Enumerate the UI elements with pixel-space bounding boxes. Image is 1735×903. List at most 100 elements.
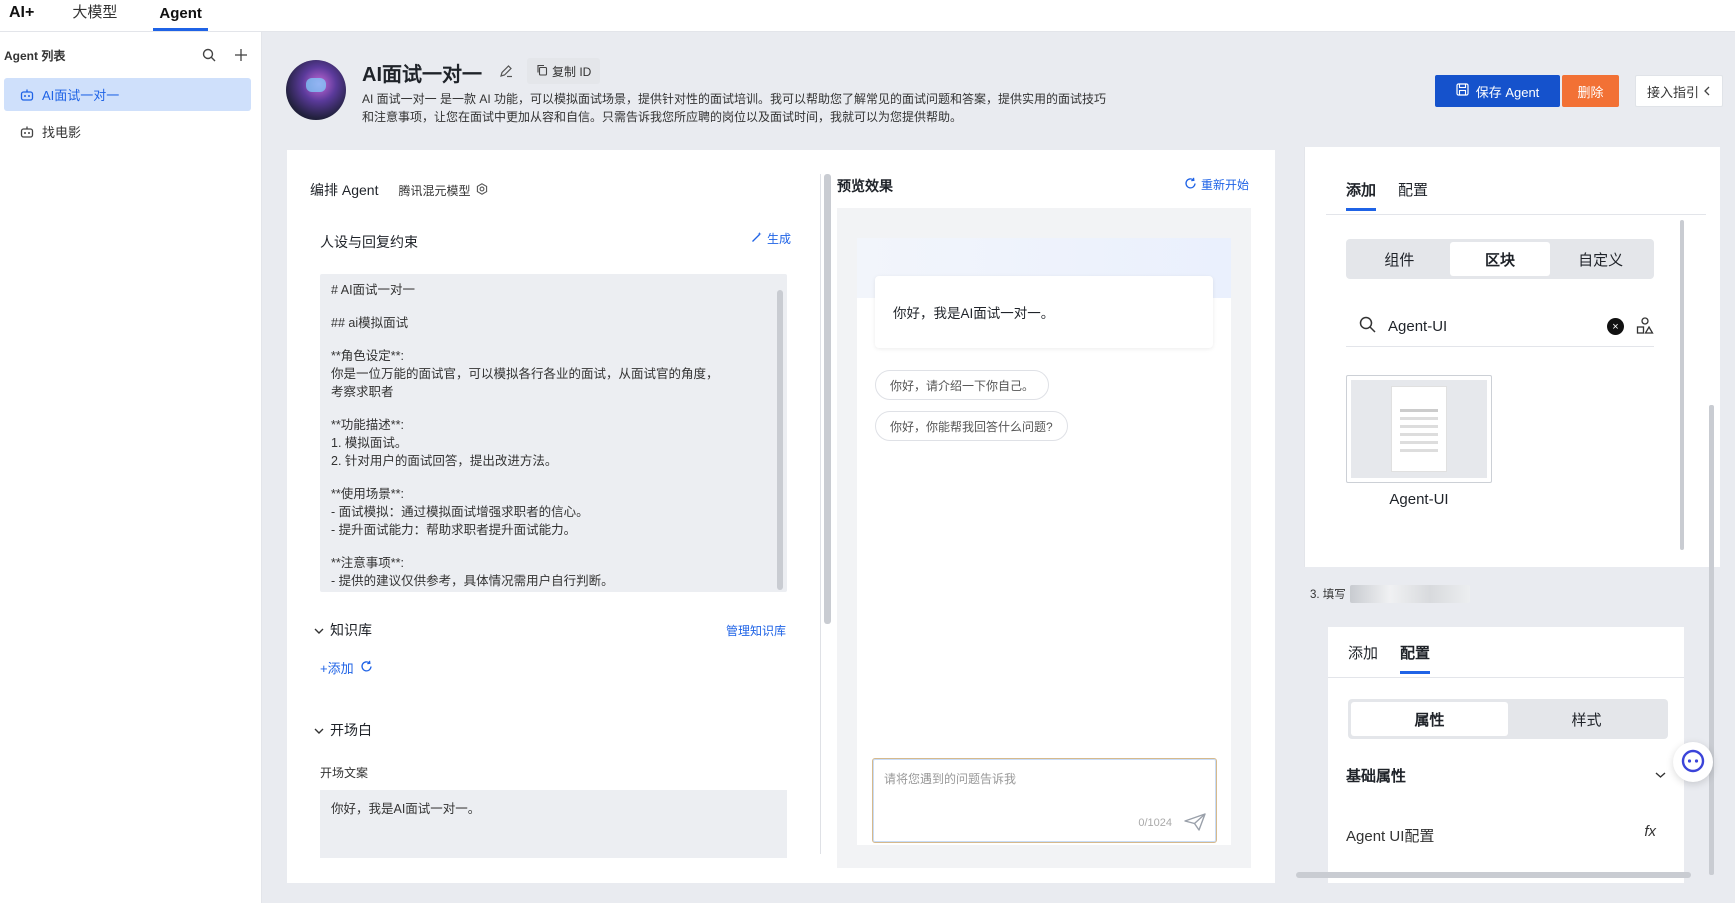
copy-icon	[536, 64, 548, 79]
agent-description: AI 面试一对一 是一款 AI 功能，可以模拟面试场景，提供针对性的面试培训。我…	[362, 90, 1182, 126]
chevron-down-icon[interactable]	[314, 723, 324, 738]
sidebar-header: Agent 列表	[0, 32, 261, 78]
formula-icon[interactable]: fx	[1644, 823, 1656, 840]
prompt-line	[331, 470, 776, 485]
chat-input[interactable]: 请将您遇到的问题告诉我 0/1024	[872, 758, 1217, 843]
suggestion-chip[interactable]: 你好，你能帮我回答什么问题?	[875, 411, 1068, 441]
chevron-down-icon[interactable]	[1655, 767, 1666, 782]
greeting-message: 你好，我是AI面试一对一。	[875, 276, 1213, 348]
prompt-line: - 面试模拟：通过模拟面试增强求职者的信心。	[331, 505, 589, 519]
prompt-line: **使用场景**:	[331, 487, 404, 501]
prompt-line	[331, 539, 776, 554]
right-panel-scrollbar[interactable]	[1709, 405, 1714, 875]
segment-properties[interactable]: 属性	[1351, 702, 1508, 736]
tab-agent[interactable]: Agent	[153, 5, 208, 31]
generate-label: 生成	[767, 232, 792, 246]
send-icon[interactable]	[1184, 813, 1206, 834]
prompt-line: # AI面试一对一	[331, 283, 416, 297]
prompt-line: - 提升面试能力：帮助求职者提升面试能力。	[331, 523, 577, 537]
persona-prompt-textarea[interactable]: # AI面试一对一 ## ai模拟面试 **角色设定**: 你是一位万能的面试官，可以…	[320, 274, 787, 592]
editor-title: 编排 Agent	[310, 182, 379, 198]
suggestion-chip[interactable]: 你好，请介绍一下你自己。	[875, 370, 1050, 400]
prompt-scrollbar[interactable]	[777, 290, 783, 590]
assistant-float-button[interactable]	[1673, 742, 1713, 782]
clear-icon[interactable]: ×	[1607, 318, 1624, 335]
prompt-line	[331, 332, 776, 347]
knowledge-base-label: 知识库	[330, 622, 372, 638]
plus-icon: +	[320, 661, 328, 676]
component-tabs: 添加 配置	[1346, 179, 1428, 211]
segment-style[interactable]: 样式	[1508, 702, 1665, 736]
generate-button[interactable]: 生成	[751, 230, 791, 247]
config-panel: 添加 配置 属性 样式 基础属性 Agent UI配置 fx	[1328, 627, 1684, 883]
component-panel: 添加 配置 组件 区块 自定义 Agent-UI × Agent-UI	[1304, 147, 1720, 567]
agent-avatar	[286, 60, 346, 120]
page-title: AI面试一对一	[362, 64, 482, 86]
editor-scrollbar[interactable]	[824, 174, 831, 624]
preview-title: 预览效果	[837, 178, 893, 194]
copy-id-button[interactable]: 复制 ID	[527, 58, 601, 84]
step-3-label: 3. 填写	[1310, 585, 1470, 603]
tab-llm[interactable]: 大模型	[66, 1, 123, 31]
prompt-line: 考察求职者	[331, 385, 394, 399]
opening-row: 开场白	[314, 720, 372, 740]
property-segment: 属性 样式	[1348, 699, 1668, 739]
manage-knowledge-base-link[interactable]: 管理知识库	[726, 622, 786, 639]
component-panel-scrollbar[interactable]	[1680, 220, 1684, 550]
segment-component[interactable]: 组件	[1349, 242, 1450, 276]
sidebar-item-label: AI面试一对一	[42, 88, 120, 103]
prompt-line: **功能描述**:	[331, 418, 404, 432]
tab-add[interactable]: 添加	[1346, 179, 1377, 211]
segment-custom[interactable]: 自定义	[1550, 242, 1651, 276]
agent-sidebar: Agent 列表 AI面试一对一 找电影	[0, 32, 262, 903]
config-tabs: 添加 配置	[1348, 642, 1431, 674]
search-input[interactable]: Agent-UI	[1388, 318, 1447, 335]
edit-icon[interactable]	[499, 64, 513, 81]
model-selector[interactable]: 腾讯混元模型	[398, 182, 487, 199]
block-search[interactable]: Agent-UI ×	[1346, 307, 1654, 347]
sidebar-item-label: 找电影	[42, 125, 82, 140]
sidebar-item-find-movie[interactable]: 找电影	[4, 115, 251, 148]
tab-add[interactable]: 添加	[1348, 642, 1378, 674]
chat-input-placeholder: 请将您遇到的问题告诉我	[884, 772, 1017, 786]
save-agent-button[interactable]: 保存 Agent	[1435, 75, 1560, 107]
integration-guide-button[interactable]: 接入指引	[1635, 75, 1723, 107]
preview-area: 你好，我是AI面试一对一。 你好，请介绍一下你自己。 你好，你能帮我回答什么问题…	[837, 208, 1251, 868]
block-thumbnail[interactable]	[1346, 375, 1492, 483]
sidebar-item-ai-interview[interactable]: AI面试一对一	[4, 78, 251, 111]
refresh-icon[interactable]	[360, 660, 373, 676]
agent-ui-config-label: Agent UI配置	[1346, 828, 1435, 845]
panel-divider	[820, 174, 821, 854]
top-nav: AI+ 大模型 Agent	[0, 0, 1735, 32]
sidebar-title: Agent 列表	[4, 48, 66, 63]
tab-config[interactable]: 配置	[1398, 179, 1428, 211]
delete-button[interactable]: 删除	[1562, 75, 1619, 107]
knowledge-add-row: +添加	[320, 658, 373, 677]
robot-icon	[20, 88, 34, 102]
search-icon[interactable]	[201, 47, 217, 63]
editor-panel: 编排 Agent 腾讯混元模型 人设与回复约束 生成 # AI面试一对一 ## a…	[287, 150, 1275, 883]
save-icon	[1456, 83, 1469, 99]
thumbnail-image	[1351, 380, 1487, 478]
brand-logo: AI+	[9, 4, 35, 21]
robot-icon	[20, 125, 34, 139]
add-icon[interactable]	[233, 47, 249, 63]
component-type-segment: 组件 区块 自定义	[1346, 239, 1654, 279]
chevron-down-icon[interactable]	[314, 623, 324, 638]
prompt-line: ## ai模拟面试	[331, 316, 409, 330]
shapes-icon[interactable]	[1636, 317, 1654, 339]
prompt-line	[331, 401, 776, 416]
prompt-line: **注意事项**:	[331, 556, 404, 570]
horizontal-scrollbar[interactable]	[1296, 872, 1691, 878]
persona-section-title: 人设与回复约束	[320, 234, 418, 250]
tab-config[interactable]: 配置	[1400, 642, 1431, 674]
refresh-icon	[1184, 177, 1197, 193]
restart-button[interactable]: 重新开始	[1184, 176, 1249, 193]
add-knowledge-button[interactable]: +添加	[320, 658, 354, 677]
opening-text-input[interactable]: 你好，我是AI面试一对一。	[320, 790, 787, 858]
copy-id-label: 复制 ID	[552, 64, 592, 79]
prompt-line: - 提供的建议仅供参考，具体情况需用户自行判断。	[331, 574, 614, 588]
segment-block[interactable]: 区块	[1449, 242, 1551, 276]
char-counter: 0/1024	[1138, 817, 1172, 829]
blurred-text	[1349, 585, 1470, 603]
